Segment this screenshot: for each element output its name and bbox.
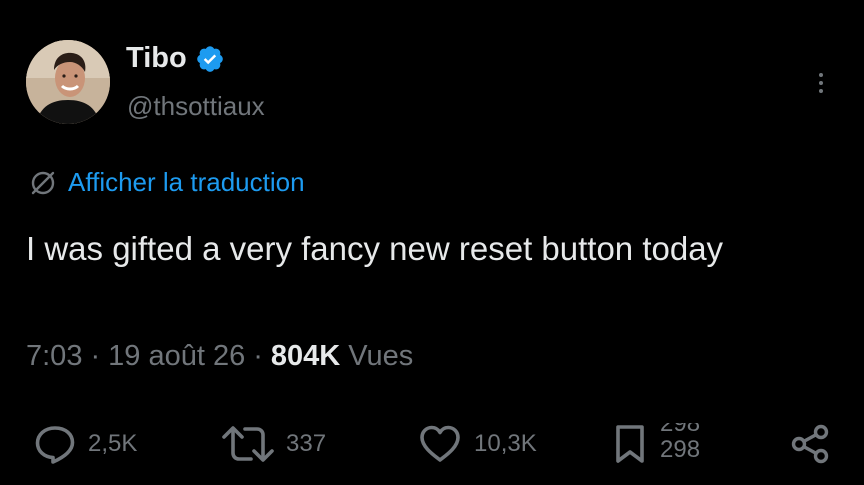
name-row: Tibo [126, 42, 225, 75]
author-display-name[interactable]: Tibo [126, 42, 187, 75]
repost-count: 337 [286, 430, 327, 457]
verified-badge-icon [195, 44, 225, 74]
heart-icon [416, 421, 464, 467]
bookmark-count-wrap: 298 298 [660, 423, 712, 464]
tweet-time[interactable]: 7:03 [26, 340, 82, 373]
meta-separator: · [253, 340, 263, 372]
repost-icon [220, 421, 276, 467]
translate-icon [28, 168, 58, 198]
avatar[interactable] [26, 40, 110, 124]
like-count: 10,3K [474, 430, 537, 457]
more-vertical-icon [819, 73, 823, 77]
meta-separator: · [90, 340, 101, 372]
bookmark-count: 298 [660, 436, 701, 463]
action-bar: 2,5K 337 10,3K 298 298 [0, 412, 864, 476]
views-count: 804K [270, 340, 341, 372]
reply-count: 2,5K [88, 430, 138, 457]
tweet-text: I was gifted a very fancy new reset butt… [26, 230, 724, 267]
tweet-meta: 7:03 · 19 août 26 · 804K Vues [26, 340, 413, 373]
like-button[interactable]: 10,3K [416, 412, 537, 476]
reply-icon [32, 421, 78, 467]
share-button[interactable] [788, 412, 834, 476]
bookmark-button[interactable]: 298 298 [610, 412, 712, 476]
repost-button[interactable]: 337 [220, 412, 326, 476]
views-label: Vues [348, 340, 414, 372]
share-icon [788, 421, 834, 467]
bookmark-count-previous: 298 [660, 410, 701, 437]
reply-button[interactable]: 2,5K [32, 412, 137, 476]
translate-label: Afficher la traduction [68, 167, 305, 197]
translate-link[interactable]: Afficher la traduction [28, 167, 305, 198]
avatar-image [26, 40, 110, 124]
author-handle[interactable]: @thsottiaux [127, 91, 265, 122]
tweet-detail: Tibo @thsottiaux Afficher la traduction … [0, 0, 864, 485]
more-options-button[interactable] [808, 66, 834, 100]
tweet-date[interactable]: 19 août 26 [108, 340, 245, 373]
bookmark-icon [610, 421, 650, 467]
